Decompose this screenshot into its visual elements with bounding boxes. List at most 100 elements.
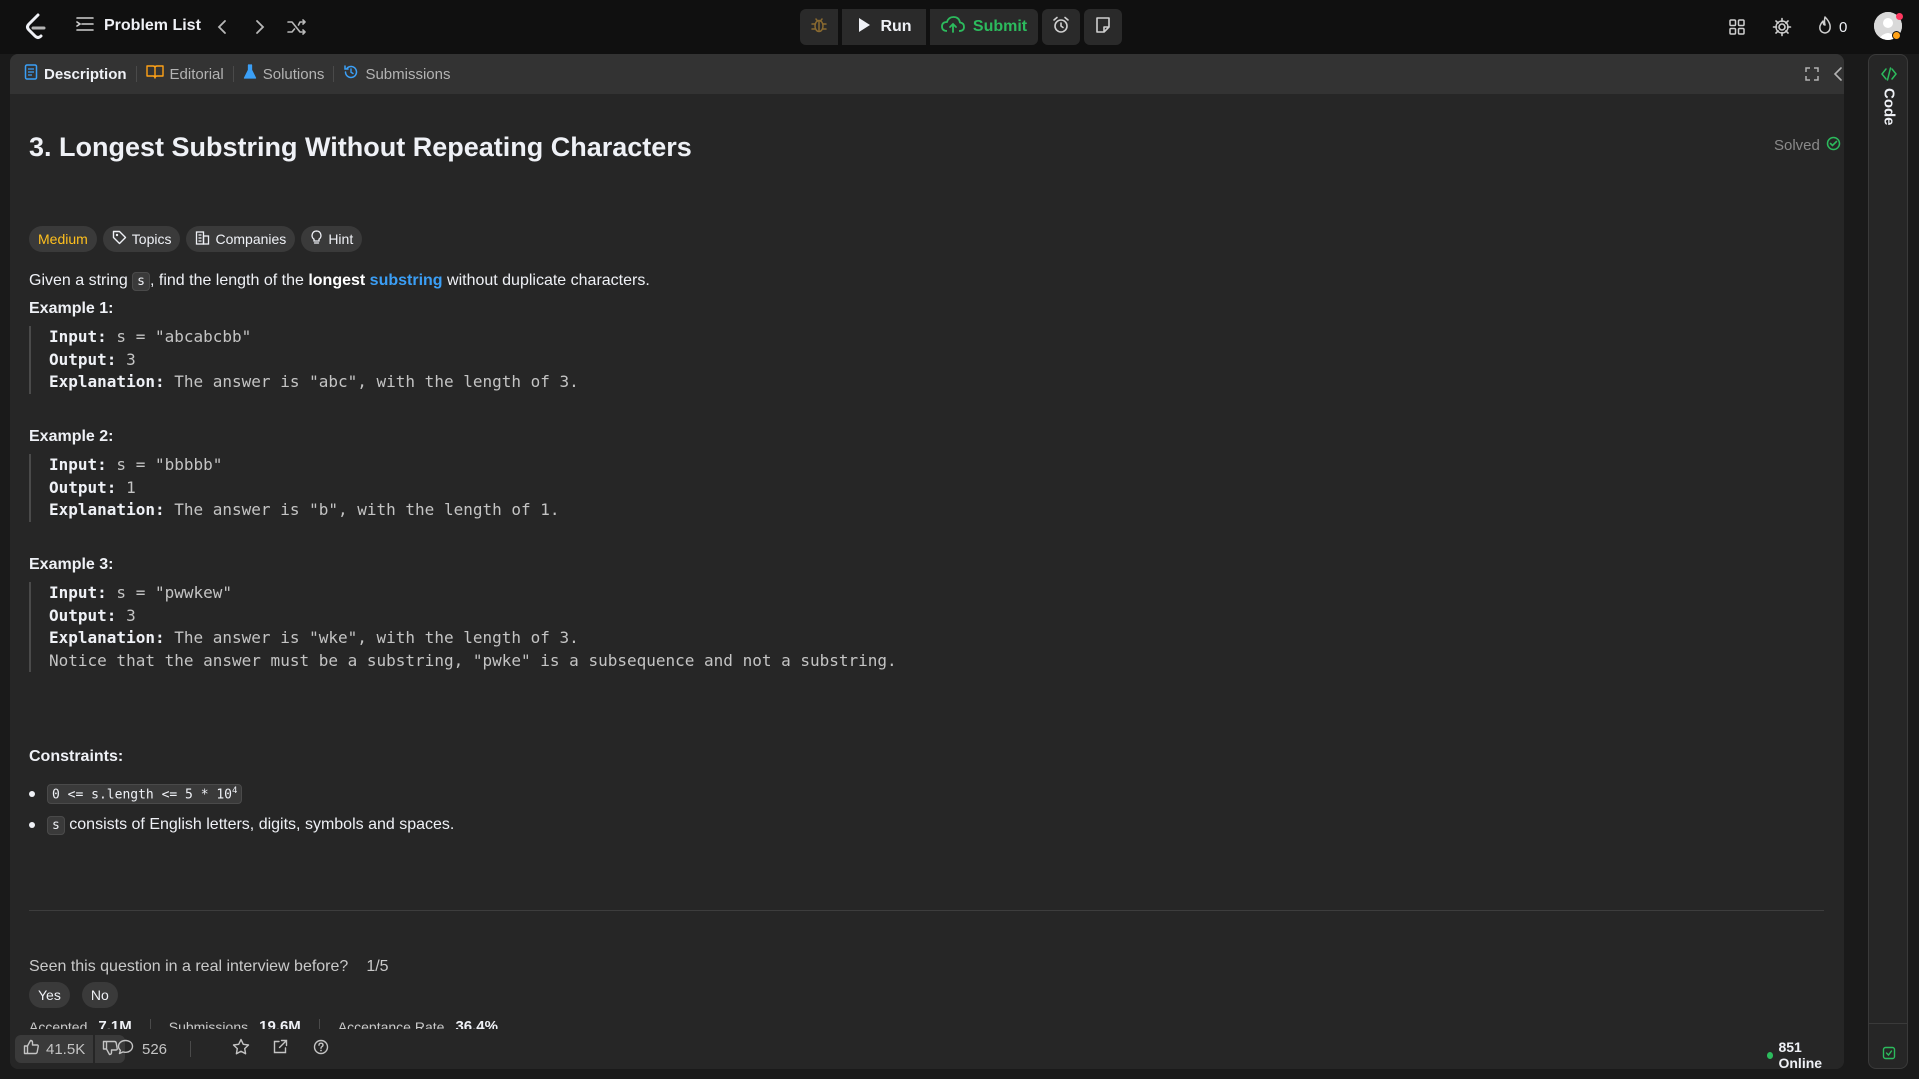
tab-separator — [232, 66, 234, 82]
tab-separator — [333, 66, 335, 82]
code-tab[interactable]: Code — [1877, 67, 1901, 126]
footer-separator — [190, 1041, 191, 1057]
solved-status: Solved — [1774, 136, 1841, 155]
bug-icon — [810, 16, 828, 39]
run-submit-toolbar: Run Submit — [800, 9, 1122, 45]
tab-description-label: Description — [44, 65, 127, 83]
output-label: Output: — [49, 605, 117, 625]
favorite-button[interactable] — [232, 1035, 250, 1063]
constraints-title: Constraints: — [29, 748, 124, 765]
substring-link[interactable]: substring — [370, 272, 443, 289]
comment-icon — [117, 1039, 134, 1059]
divider — [29, 910, 1824, 911]
panel-footer: 41.5K 526 851 Online — [10, 1029, 1844, 1069]
thumbs-down-icon — [102, 1040, 119, 1059]
explanation-value: The answer is "wke", with the length of … — [164, 628, 579, 647]
debug-button[interactable] — [800, 9, 838, 45]
explanation-value: The answer is "b", with the length of 1. — [164, 500, 560, 519]
tab-solutions-label: Solutions — [262, 65, 325, 83]
comment-count: 526 — [142, 1040, 168, 1058]
submit-label: Submit — [972, 18, 1028, 35]
desc-bold-text: longest — [308, 272, 366, 289]
notification-dot — [1896, 13, 1903, 20]
like-button[interactable]: 41.5K — [15, 1035, 94, 1063]
output-label: Output: — [49, 349, 117, 369]
tab-submissions[interactable]: Submissions — [337, 54, 456, 94]
timer-button[interactable] — [1042, 9, 1080, 45]
streak-count: 0 — [1839, 18, 1848, 36]
rail-divider — [1869, 1023, 1907, 1024]
alarm-clock-icon — [1052, 16, 1070, 39]
run-button[interactable]: Run — [842, 9, 926, 45]
share-button[interactable] — [272, 1035, 288, 1063]
interview-prompt: Seen this question in a real interview b… — [29, 958, 389, 976]
book-icon — [145, 64, 164, 84]
problem-title: 3. Longest Substring Without Repeating C… — [29, 132, 692, 162]
difficulty-badge: Medium — [29, 226, 97, 252]
help-button[interactable] — [313, 1035, 329, 1063]
input-label: Input: — [49, 327, 107, 346]
layout-grid-icon[interactable] — [1726, 16, 1748, 38]
explanation-label: Explanation: — [49, 372, 165, 391]
desc-text: without duplicate characters. — [442, 272, 650, 289]
shuffle-icon[interactable] — [286, 16, 308, 38]
output-value: 1 — [116, 477, 136, 497]
example-title: Example 1: — [29, 300, 114, 317]
inline-code: 0 <= s.length <= 5 * 104 — [47, 784, 243, 805]
constraint-code: 0 <= s.length <= 5 * 10 — [52, 787, 233, 803]
desc-text: , find the length of the — [149, 272, 309, 289]
bullet — [29, 791, 35, 798]
star-icon — [232, 1038, 250, 1060]
no-button[interactable]: No — [81, 982, 118, 1008]
solved-label: Solved — [1774, 137, 1820, 154]
top-navbar: Problem List Run Submit 0 — [0, 0, 1919, 54]
yes-button[interactable]: Yes — [29, 982, 70, 1008]
settings-gear-icon[interactable] — [1771, 16, 1793, 38]
output-value: 3 — [116, 605, 136, 625]
problem-tags: Medium Topics Companies Hint — [29, 226, 363, 252]
fire-icon — [1817, 16, 1833, 38]
question-circle-icon — [313, 1039, 329, 1059]
problem-list-label: Problem List — [104, 16, 201, 34]
output-label: Output: — [49, 477, 117, 497]
chevron-left-icon[interactable] — [211, 16, 233, 38]
hint-chip[interactable]: Hint — [301, 226, 363, 252]
tab-solutions[interactable]: Solutions — [237, 54, 331, 94]
comments-button[interactable]: 526 — [117, 1035, 167, 1063]
problem-list-button[interactable]: Problem List — [76, 16, 201, 35]
constraint-exponent: 4 — [232, 786, 238, 796]
code-brackets-icon — [1881, 67, 1897, 84]
lightbulb-icon — [310, 230, 323, 248]
example-block: Input: s = "pwwkew" Output: 3 Explanatio… — [29, 582, 897, 672]
explanation-label: Explanation: — [49, 500, 165, 519]
play-icon — [856, 16, 872, 39]
description-panel: Description Editorial Solutions Submissi… — [10, 54, 1844, 1069]
leetcode-logo-icon[interactable] — [24, 13, 48, 41]
testcase-icon[interactable] — [1879, 1043, 1899, 1063]
thumbs-up-icon — [23, 1039, 39, 1059]
companies-label: Companies — [215, 231, 287, 247]
tab-editorial[interactable]: Editorial — [140, 54, 230, 94]
example-title: Example 3: — [29, 556, 114, 573]
notes-button[interactable] — [1084, 9, 1122, 45]
input-label: Input: — [49, 583, 107, 602]
output-value: 3 — [116, 349, 136, 369]
explanation-label: Explanation: — [49, 628, 165, 647]
code-tab-label: Code — [1880, 88, 1898, 126]
collapse-chevron-icon[interactable] — [1828, 64, 1844, 84]
input-value: s = "bbbbb" — [106, 455, 223, 474]
submit-button[interactable]: Submit — [930, 9, 1038, 45]
document-icon — [24, 64, 38, 84]
topics-chip[interactable]: Topics — [102, 226, 181, 252]
constraints-list: 0 <= s.length <= 5 * 104 s consists of E… — [29, 784, 454, 846]
chevron-right-icon[interactable] — [249, 16, 271, 38]
maximize-icon[interactable] — [1802, 64, 1822, 84]
tab-description[interactable]: Description — [18, 54, 133, 94]
streak-counter[interactable]: 0 — [1817, 16, 1847, 38]
building-icon — [195, 230, 210, 248]
companies-chip[interactable]: Companies — [186, 226, 296, 252]
flask-icon — [243, 64, 257, 84]
tab-separator — [135, 66, 137, 82]
explanation-note: Notice that the answer must be a substri… — [49, 650, 897, 670]
desc-text: Given a string — [29, 272, 133, 289]
